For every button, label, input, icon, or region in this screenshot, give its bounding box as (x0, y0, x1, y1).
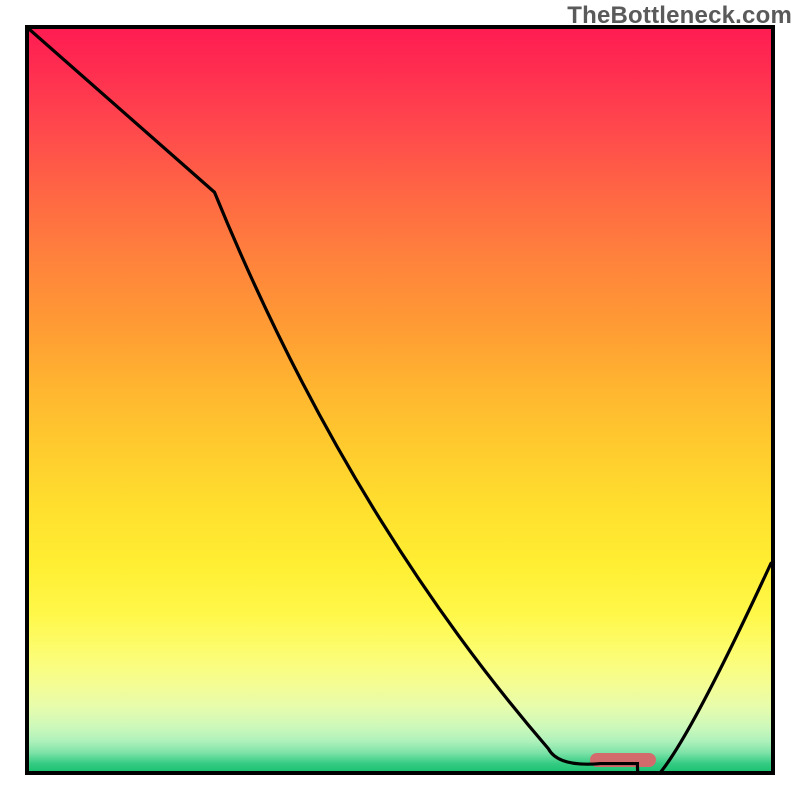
chart-canvas: TheBottleneck.com (0, 0, 800, 800)
bottleneck-line (29, 29, 771, 771)
plot-frame (25, 25, 775, 775)
watermark-text: TheBottleneck.com (567, 2, 792, 30)
